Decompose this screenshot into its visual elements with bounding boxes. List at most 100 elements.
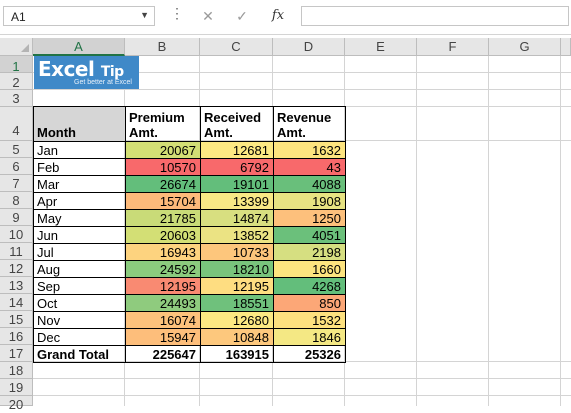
cell-month[interactable]: May	[33, 209, 126, 227]
cell-received[interactable]: 18551	[200, 294, 274, 312]
logo-tagline: Get better at Excel	[74, 79, 132, 86]
cell-received[interactable]: 12680	[200, 311, 274, 329]
row-header-13[interactable]: 13	[0, 277, 33, 294]
row-header-6[interactable]: 6	[0, 158, 33, 175]
row-header-1[interactable]: 1	[0, 56, 33, 74]
cancel-icon[interactable]: ✕	[194, 6, 222, 26]
cell-revenue[interactable]: 4051	[273, 226, 346, 244]
cell-received[interactable]: 12195	[200, 277, 274, 295]
column-header-d[interactable]: D	[273, 38, 345, 56]
cell-premium[interactable]: 21785	[125, 209, 201, 227]
column-header-h[interactable]	[561, 38, 571, 56]
row-header-11[interactable]: 11	[0, 243, 33, 260]
cell-month[interactable]: Feb	[33, 158, 126, 176]
column-header-a[interactable]: A	[33, 38, 125, 56]
more-options-icon[interactable]: ⋮	[170, 5, 184, 22]
column-header-e[interactable]: E	[345, 38, 417, 56]
cell-revenue[interactable]: 2198	[273, 243, 346, 261]
column-header-g[interactable]: G	[489, 38, 561, 56]
header-month[interactable]: Month	[33, 106, 126, 142]
row-header-5[interactable]: 5	[0, 141, 33, 158]
row-header-7[interactable]: 7	[0, 175, 33, 192]
row-header-12[interactable]: 12	[0, 260, 33, 277]
cell-revenue[interactable]: 4088	[273, 175, 346, 193]
row-header-3[interactable]: 3	[0, 90, 33, 107]
cell-month[interactable]: Jul	[33, 243, 126, 261]
total-revenue[interactable]: 25326	[273, 345, 346, 363]
cell-received[interactable]: 13399	[200, 192, 274, 210]
cell-month[interactable]: Apr	[33, 192, 126, 210]
cell-premium[interactable]: 20067	[125, 141, 201, 159]
gridline	[488, 56, 489, 406]
cell-revenue[interactable]: 1660	[273, 260, 346, 278]
cell-month[interactable]: Oct	[33, 294, 126, 312]
row-header-2[interactable]: 2	[0, 73, 33, 90]
insert-function-icon[interactable]: fx	[264, 6, 292, 26]
row-header-20[interactable]: 20	[0, 396, 33, 412]
row-header-19[interactable]: 19	[0, 379, 33, 396]
cell-received[interactable]: 6792	[200, 158, 274, 176]
row-header-8[interactable]: 8	[0, 192, 33, 209]
cell-revenue[interactable]: 850	[273, 294, 346, 312]
cell-premium[interactable]: 26674	[125, 175, 201, 193]
cell-revenue[interactable]: 1532	[273, 311, 346, 329]
cell-month[interactable]: Dec	[33, 328, 126, 346]
cell-received[interactable]: 18210	[200, 260, 274, 278]
gridline	[33, 395, 571, 396]
column-header-f[interactable]: F	[417, 38, 489, 56]
cell-revenue[interactable]: 1908	[273, 192, 346, 210]
column-header-b[interactable]: B	[125, 38, 200, 56]
chevron-down-icon[interactable]: ▼	[140, 10, 149, 20]
cell-month[interactable]: Nov	[33, 311, 126, 329]
header-month-text: Month	[37, 125, 76, 140]
cell-premium[interactable]: 15704	[125, 192, 201, 210]
cell-premium[interactable]: 24493	[125, 294, 201, 312]
cell-premium[interactable]: 20603	[125, 226, 201, 244]
excel-tip-logo: Excel Tip Get better at Excel	[34, 56, 139, 89]
cell-premium[interactable]: 12195	[125, 277, 201, 295]
header-premium[interactable]: Premium Amt.	[125, 106, 201, 142]
select-all-button[interactable]	[0, 38, 33, 56]
cell-month[interactable]: Aug	[33, 260, 126, 278]
row-header-9[interactable]: 9	[0, 209, 33, 226]
cell-revenue[interactable]: 4268	[273, 277, 346, 295]
row-header-14[interactable]: 14	[0, 294, 33, 311]
cell-month[interactable]: Jun	[33, 226, 126, 244]
row-header-10[interactable]: 10	[0, 226, 33, 243]
cell-revenue[interactable]: 1632	[273, 141, 346, 159]
cell-month[interactable]: Mar	[33, 175, 126, 193]
row-header-4[interactable]: 4	[0, 107, 33, 141]
cell-premium[interactable]: 10570	[125, 158, 201, 176]
cell-revenue[interactable]: 43	[273, 158, 346, 176]
cell-received[interactable]: 14874	[200, 209, 274, 227]
cell-premium[interactable]: 16074	[125, 311, 201, 329]
total-received[interactable]: 163915	[200, 345, 274, 363]
cell-received[interactable]: 10848	[200, 328, 274, 346]
header-received[interactable]: Received Amt.	[200, 106, 274, 142]
row-header-16[interactable]: 16	[0, 328, 33, 345]
header-revenue[interactable]: Revenue Amt.	[273, 106, 346, 142]
cell-month[interactable]: Jan	[33, 141, 126, 159]
formula-input[interactable]	[301, 6, 569, 26]
cell-premium[interactable]: 24592	[125, 260, 201, 278]
cell-revenue[interactable]: 1846	[273, 328, 346, 346]
cell-received[interactable]: 12681	[200, 141, 274, 159]
cell-premium[interactable]: 15947	[125, 328, 201, 346]
cell-premium[interactable]: 16943	[125, 243, 201, 261]
enter-icon[interactable]: ✓	[228, 6, 256, 26]
name-box[interactable]: A1 ▼	[3, 6, 155, 26]
row-header-15[interactable]: 15	[0, 311, 33, 328]
cell-month[interactable]: Sep	[33, 277, 126, 295]
cell-received[interactable]: 13852	[200, 226, 274, 244]
row-header-17[interactable]: 17	[0, 345, 33, 362]
row-header-18[interactable]: 18	[0, 362, 33, 379]
gridline	[416, 56, 417, 406]
header-premium-line2: Amt.	[129, 125, 158, 140]
total-premium[interactable]: 225647	[125, 345, 201, 363]
column-header-c[interactable]: C	[200, 38, 273, 56]
select-all-triangle-icon	[21, 44, 29, 52]
cell-received[interactable]: 19101	[200, 175, 274, 193]
cell-revenue[interactable]: 1250	[273, 209, 346, 227]
cell-received[interactable]: 10733	[200, 243, 274, 261]
total-label[interactable]: Grand Total	[33, 345, 126, 363]
